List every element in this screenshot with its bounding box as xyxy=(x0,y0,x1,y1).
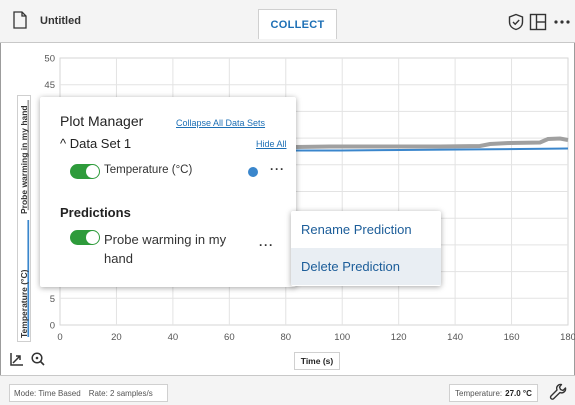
x-axis-title[interactable]: Time (s) xyxy=(294,352,340,370)
status-bar: Mode: Time Based Rate: 2 samples/s Tempe… xyxy=(0,375,575,405)
collect-tab[interactable]: COLLECT xyxy=(258,9,337,39)
top-bar: Untitled COLLECT xyxy=(0,0,575,43)
predictions-heading: Predictions xyxy=(60,205,131,220)
rename-prediction-item[interactable]: Rename Prediction xyxy=(291,211,441,248)
mode-text: Mode: Time Based xyxy=(14,388,81,398)
y-tick-label: 45 xyxy=(44,80,55,91)
chevron-up-icon: ^ xyxy=(60,136,67,151)
prediction-context-menu: Rename Prediction Delete Prediction xyxy=(291,211,441,286)
temperature-series-label: Temperature (°C) xyxy=(104,164,193,176)
x-tick-label: 140 xyxy=(447,332,463,343)
prediction-more-button[interactable]: ··· xyxy=(259,238,274,252)
x-tick-label: 120 xyxy=(391,332,407,343)
temperature-value: 27.0 °C xyxy=(505,388,532,398)
x-tick-label: 20 xyxy=(111,332,122,343)
document-icon[interactable] xyxy=(13,11,27,29)
hide-all-link[interactable]: Hide All xyxy=(256,139,287,149)
layout-grid-icon[interactable] xyxy=(529,13,547,31)
x-axis-ticks: 0 20 40 60 80 100 120 140 160 180 xyxy=(57,332,575,343)
dataset-header[interactable]: ^ Data Set 1 xyxy=(60,136,131,151)
temperature-toggle[interactable] xyxy=(70,164,100,179)
y-label-temperature: Temperature (°C) xyxy=(19,269,29,338)
y-tick-label: 0 xyxy=(50,321,55,332)
temperature-more-button[interactable]: ··· xyxy=(270,162,285,176)
temperature-prefix: Temperature: xyxy=(455,388,503,398)
autoscale-icon[interactable] xyxy=(9,351,25,367)
shield-check-icon[interactable] xyxy=(507,13,525,31)
live-temperature-readout[interactable]: Temperature: 27.0 °C xyxy=(449,384,538,402)
x-tick-label: 160 xyxy=(504,332,520,343)
prediction-label: Probe warming in my hand xyxy=(104,232,227,266)
x-tick-label: 180 xyxy=(560,332,575,343)
y-axis-legend[interactable]: Probe warming in my hand Temperature (°C… xyxy=(17,95,31,342)
temperature-color-swatch[interactable] xyxy=(248,167,258,177)
y-label-prediction: Probe warming in my hand xyxy=(19,105,29,214)
x-tick-label: 0 xyxy=(57,332,62,343)
rate-text: Rate: 2 samples/s xyxy=(88,388,153,398)
document-title[interactable]: Untitled xyxy=(40,15,81,27)
plot-manager-title: Plot Manager xyxy=(60,113,144,129)
zoom-icon[interactable] xyxy=(30,351,46,367)
delete-prediction-item[interactable]: Delete Prediction xyxy=(291,248,441,285)
x-tick-label: 60 xyxy=(224,332,235,343)
prediction-toggle[interactable] xyxy=(70,230,100,245)
plot-manager-panel: Plot Manager Collapse All Data Sets ^ Da… xyxy=(40,97,296,287)
mode-rate-box[interactable]: Mode: Time Based Rate: 2 samples/s xyxy=(9,384,168,402)
y-tick-label: 5 xyxy=(50,294,55,305)
x-tick-label: 40 xyxy=(168,332,179,343)
y-tick-label: 50 xyxy=(44,54,55,65)
wrench-icon[interactable] xyxy=(548,382,568,402)
x-tick-label: 80 xyxy=(280,332,291,343)
dataset-label: Data Set 1 xyxy=(69,136,132,151)
collapse-all-link[interactable]: Collapse All Data Sets xyxy=(176,118,265,128)
x-tick-label: 100 xyxy=(334,332,350,343)
more-horizontal-icon[interactable] xyxy=(553,13,571,31)
